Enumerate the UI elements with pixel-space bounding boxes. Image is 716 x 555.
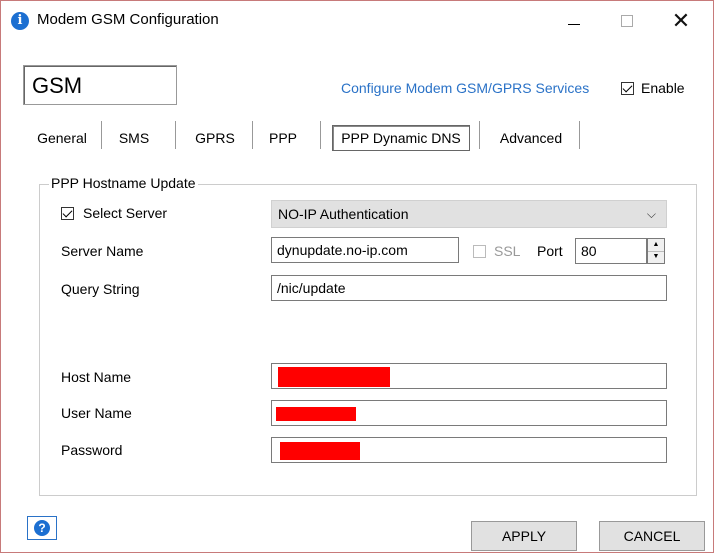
port-label: Port: [537, 243, 563, 259]
server-name-label: Server Name: [61, 243, 144, 259]
tab-gprs-label: GPRS: [195, 130, 235, 146]
tab-general-label: General: [37, 130, 87, 146]
modem-name-display: GSM: [23, 65, 177, 105]
server-name-field[interactable]: dynupdate.no-ip.com: [271, 237, 459, 263]
server-select-value: NO-IP Authentication: [278, 206, 409, 222]
apply-button[interactable]: APPLY: [471, 521, 577, 551]
tab-divider: [252, 121, 253, 149]
host-name-field[interactable]: [271, 363, 667, 389]
redaction-block: [280, 442, 360, 460]
group-title: PPP Hostname Update: [49, 175, 198, 191]
tab-ppp[interactable]: PPP: [259, 121, 307, 155]
dialog-window: i Modem GSM Configuration ✕ GSM Configur…: [0, 0, 714, 553]
maximize-icon: [621, 15, 633, 27]
minimize-button[interactable]: [551, 1, 597, 41]
tab-divider: [101, 121, 102, 149]
info-icon: i: [11, 12, 29, 30]
window-title: Modem GSM Configuration: [37, 11, 219, 28]
chevron-down-icon: ⌵: [646, 207, 656, 221]
query-string-label: Query String: [61, 281, 140, 297]
password-field[interactable]: [271, 437, 667, 463]
close-icon: ✕: [671, 8, 691, 33]
enable-label: Enable: [641, 80, 685, 96]
cancel-button[interactable]: CANCEL: [599, 521, 705, 551]
tab-divider: [479, 121, 480, 149]
user-name-field[interactable]: [271, 400, 667, 426]
redaction-block: [276, 407, 356, 421]
tab-sms-label: SMS: [118, 130, 150, 146]
tab-ppp-dynamic-dns-label: PPP Dynamic DNS: [332, 125, 470, 151]
server-select[interactable]: NO-IP Authentication ⌵: [271, 200, 667, 228]
password-label: Password: [61, 442, 123, 458]
user-name-label: User Name: [61, 405, 132, 421]
tab-divider: [175, 121, 176, 149]
tab-general[interactable]: General: [31, 121, 93, 155]
title-bar: i Modem GSM Configuration ✕: [1, 1, 713, 41]
tab-divider: [579, 121, 580, 149]
host-name-label: Host Name: [61, 369, 132, 385]
configure-services-link[interactable]: Configure Modem GSM/GPRS Services: [341, 80, 589, 96]
select-server-label: Select Server: [83, 205, 168, 221]
select-server-checkbox[interactable]: [61, 207, 74, 220]
close-button[interactable]: ✕: [658, 1, 704, 41]
minimize-icon: [568, 23, 580, 25]
port-field[interactable]: 80: [575, 238, 647, 264]
query-string-field[interactable]: /nic/update: [271, 275, 667, 301]
tab-sms[interactable]: SMS: [109, 121, 159, 155]
help-icon: ?: [34, 520, 50, 536]
enable-checkbox[interactable]: [621, 82, 634, 95]
tab-ppp-dynamic-dns[interactable]: PPP Dynamic DNS: [327, 121, 475, 155]
tab-gprs[interactable]: GPRS: [185, 121, 245, 155]
help-button[interactable]: ?: [27, 516, 57, 540]
stepper-down-icon[interactable]: ▼: [648, 251, 664, 263]
tab-divider: [320, 121, 321, 149]
ssl-checkbox[interactable]: [473, 245, 486, 258]
maximize-button[interactable]: [604, 1, 650, 41]
redaction-block: [278, 367, 390, 387]
tab-advanced-label: Advanced: [499, 130, 563, 146]
port-stepper[interactable]: ▲ ▼: [647, 238, 665, 264]
ssl-label: SSL: [494, 243, 521, 259]
tab-advanced[interactable]: Advanced: [485, 121, 577, 155]
tab-ppp-label: PPP: [268, 130, 297, 146]
